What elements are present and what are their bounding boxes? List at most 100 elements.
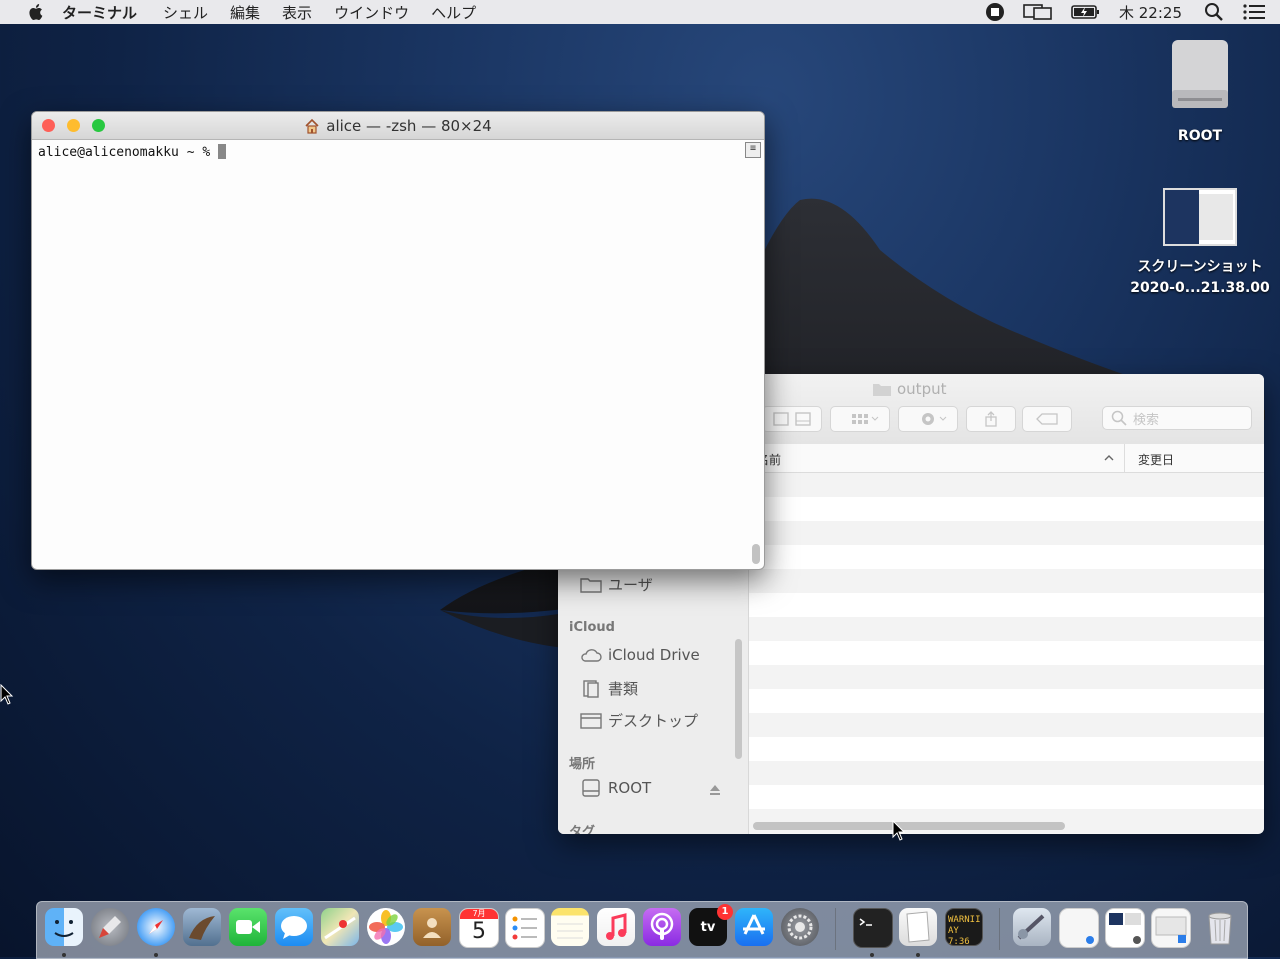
list-item — [749, 545, 1264, 569]
desktop-drive-root[interactable]: ROOT — [1158, 38, 1242, 144]
dock-messages-icon[interactable] — [275, 908, 313, 946]
terminal-titlebar[interactable]: alice — -zsh — 80×24 — [32, 112, 764, 140]
document-icon — [583, 679, 599, 698]
view-column-button[interactable] — [762, 406, 822, 432]
terminal-prompt: alice@alicenomakku ~ % — [38, 145, 219, 160]
finder-search-field[interactable]: 検索 — [1102, 406, 1252, 430]
terminal-scrollbar[interactable] — [752, 544, 760, 564]
action-button[interactable] — [898, 406, 958, 432]
column-date-header[interactable]: 変更日 — [1138, 451, 1174, 468]
screenshot-thumbnail-icon — [1163, 188, 1237, 246]
spotlight-search-icon[interactable] — [1204, 2, 1224, 22]
sidebar-item-desktop-label: デスクトップ — [608, 712, 699, 730]
apple-menu-icon[interactable] — [26, 2, 46, 22]
terminal-cursor — [218, 144, 227, 159]
dock-trash-icon[interactable] — [1201, 908, 1239, 946]
dock-maps-icon[interactable] — [321, 908, 359, 946]
dock-facetime-icon[interactable] — [229, 908, 267, 946]
terminal-content[interactable]: alice@alicenomakku ~ % ≡ — [32, 140, 764, 568]
list-item — [749, 521, 1264, 545]
file-list-horizontal-scrollbar[interactable] — [753, 822, 1065, 830]
minimize-button[interactable] — [67, 119, 80, 132]
dock-separator — [999, 908, 1000, 950]
finder-file-list[interactable]: 名前 変更日 — [749, 444, 1264, 834]
list-item — [749, 593, 1264, 617]
dock-launchpad-icon[interactable] — [91, 908, 129, 946]
dock-screenshot-thumbnail-icon[interactable] — [1105, 908, 1145, 948]
hard-drive-icon — [1172, 40, 1228, 108]
menu-app-name[interactable]: ターミナル — [62, 2, 137, 23]
dock-downloads-stack-icon[interactable] — [1151, 908, 1191, 948]
home-icon — [305, 118, 319, 134]
list-item — [749, 473, 1264, 497]
record-stop-icon[interactable] — [985, 2, 1005, 22]
notification-badge: 1 — [717, 904, 733, 920]
dock-podcasts-icon[interactable] — [643, 908, 681, 946]
running-indicator — [154, 953, 158, 957]
dock-app-store-icon[interactable] — [735, 908, 773, 946]
list-item — [749, 737, 1264, 761]
dock-reminders-icon[interactable] — [505, 908, 545, 948]
sidebar-item-documents[interactable]: 書類 — [580, 678, 638, 699]
dock-script-editor-icon[interactable] — [899, 908, 937, 946]
grid-icon — [852, 414, 879, 424]
finder-search-placeholder: 検索 — [1133, 412, 1160, 428]
sidebar-item-icloud-drive-label: iCloud Drive — [608, 646, 700, 664]
dock-safari-icon[interactable] — [137, 908, 175, 946]
notification-center-icon[interactable] — [1242, 2, 1266, 22]
menu-view[interactable]: 表示 — [282, 2, 312, 23]
menu-bar: ターミナル シェル 編集 表示 ウインドウ ヘルプ 木 22:25 — [0, 0, 1280, 24]
dock-notes-icon[interactable] — [551, 908, 589, 946]
sidebar-section-places: 場所 — [569, 757, 596, 772]
dock-mail-photo-icon[interactable] — [183, 908, 221, 946]
dock-utility-icon[interactable] — [1013, 908, 1051, 946]
menu-help[interactable]: ヘルプ — [431, 2, 476, 23]
eject-icon[interactable] — [709, 784, 721, 796]
running-indicator — [916, 953, 920, 957]
running-indicator — [62, 953, 66, 957]
group-button[interactable] — [830, 406, 890, 432]
search-icon — [1111, 410, 1127, 426]
sidebar-scrollbar[interactable] — [735, 639, 742, 759]
menu-window[interactable]: ウインドウ — [334, 2, 409, 23]
menu-edit[interactable]: 編集 — [230, 2, 260, 23]
console-line-2: AY 7:36 — [948, 926, 970, 947]
dock-window-thumbnail-icon[interactable] — [1059, 908, 1099, 948]
dock-contacts-icon[interactable] — [413, 908, 451, 946]
list-item — [749, 617, 1264, 641]
zoom-button[interactable] — [92, 119, 105, 132]
terminal-scroll-marker-icon[interactable]: ≡ — [745, 142, 761, 158]
tag-icon — [1036, 413, 1058, 425]
file-list-rows — [749, 473, 1264, 833]
close-button[interactable] — [42, 119, 55, 132]
dock-music-icon[interactable] — [597, 908, 635, 946]
sidebar-item-desktop[interactable]: デスクトップ — [580, 710, 698, 731]
sidebar-item-root[interactable]: ROOT — [580, 779, 651, 797]
dock-terminal-icon[interactable] — [853, 908, 893, 948]
view-column-icon — [773, 412, 811, 426]
dock-system-preferences-icon[interactable] — [781, 908, 819, 946]
dock-photos-icon[interactable] — [367, 908, 405, 946]
sort-ascending-icon[interactable] — [1103, 453, 1115, 463]
desktop-screenshot-file[interactable]: スクリーンショット 2020-0...21.38.00 — [1126, 188, 1274, 296]
dock-finder-icon[interactable] — [45, 908, 83, 946]
sidebar-item-icloud-drive[interactable]: iCloud Drive — [580, 646, 700, 664]
cloud-icon — [581, 649, 602, 662]
list-item — [749, 785, 1264, 809]
dock-apple-tv-icon[interactable]: tv 1 — [689, 904, 733, 946]
terminal-window[interactable]: alice — -zsh — 80×24 alice@alicenomakku … — [31, 111, 765, 570]
sidebar-item-users[interactable]: ユーザ — [580, 574, 653, 595]
terminal-title: alice — -zsh — 80×24 — [326, 116, 492, 135]
menu-shell[interactable]: シェル — [163, 2, 208, 23]
finder-title-text: output — [897, 380, 947, 398]
menu-clock[interactable]: 木 22:25 — [1119, 2, 1182, 23]
window-controls — [42, 119, 117, 132]
dock-calendar-icon[interactable]: 7月 5 — [459, 908, 499, 948]
battery-icon[interactable] — [1071, 2, 1101, 22]
tag-button[interactable] — [1022, 406, 1072, 432]
list-item — [749, 497, 1264, 521]
dock-console-icon[interactable]: WARNII AY 7:36 — [945, 908, 983, 947]
display-mirror-icon[interactable] — [1023, 2, 1053, 22]
share-button[interactable] — [966, 406, 1016, 432]
gear-icon — [922, 413, 947, 425]
